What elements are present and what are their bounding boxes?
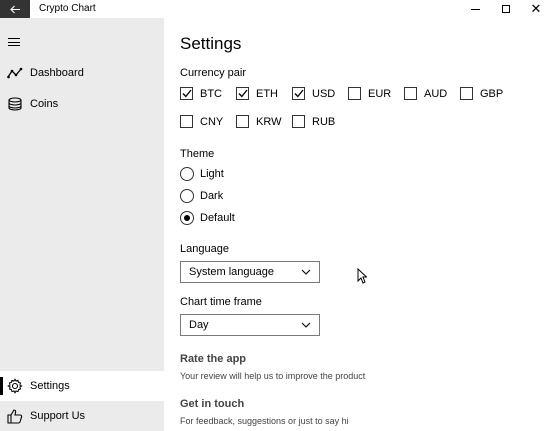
sidebar-item-label: Support Us (30, 410, 86, 422)
title-bar: Crypto Chart ✕ (0, 0, 550, 18)
thumbs-up-icon (0, 408, 30, 424)
radio-dot (184, 215, 190, 221)
radio-label: Dark (200, 190, 224, 202)
checkbox-box (236, 87, 249, 100)
checkbox-eth[interactable]: ETH (236, 87, 278, 100)
rate-the-app-description: Your review will help us to improve the … (180, 371, 366, 381)
radio-theme-dark[interactable]: Dark (180, 189, 223, 203)
radio-theme-default[interactable]: Default (180, 211, 235, 225)
checkbox-label: EUR (368, 87, 392, 100)
app-title: Crypto Chart (39, 3, 96, 14)
rate-the-app-link[interactable]: Rate the app (180, 353, 246, 365)
checkbox-box (404, 87, 417, 100)
checkbox-label: RUB (312, 115, 336, 128)
checkbox-cny[interactable]: CNY (180, 115, 223, 128)
chevron-down-icon (301, 269, 311, 275)
radio-theme-light[interactable]: Light (180, 167, 224, 181)
gear-icon (0, 378, 30, 394)
sidebar: Dashboard Coins Settings Support Us (0, 18, 164, 431)
chevron-down-icon (301, 322, 311, 328)
radio-label: Default (200, 212, 235, 224)
checkbox-box (180, 115, 193, 128)
sidebar-item-label: Coins (30, 98, 59, 110)
maximize-button[interactable] (491, 0, 521, 18)
hamburger-menu-icon[interactable] (8, 38, 20, 46)
minimize-button[interactable] (460, 0, 490, 18)
checkbox-label: CNY (200, 115, 224, 128)
checkmark-icon (182, 89, 192, 98)
arrow-left-icon (9, 5, 20, 13)
close-button[interactable]: ✕ (521, 0, 550, 18)
checkbox-box (292, 87, 305, 100)
sidebar-item-support-us[interactable]: Support Us (0, 401, 164, 431)
sidebar-item-coins[interactable]: Coins (0, 89, 164, 119)
checkbox-gbp[interactable]: GBP (460, 87, 503, 100)
time-frame-dropdown-value: Day (189, 319, 209, 331)
checkbox-box (236, 115, 249, 128)
language-label: Language (180, 243, 229, 255)
checkbox-btc[interactable]: BTC (180, 87, 222, 100)
radio-circle (180, 189, 194, 203)
checkbox-krw[interactable]: KRW (236, 115, 281, 128)
checkbox-box (348, 87, 361, 100)
sidebar-item-settings[interactable]: Settings (0, 371, 164, 401)
checkbox-usd[interactable]: USD (292, 87, 335, 100)
coins-stack-icon (0, 97, 30, 111)
minimize-icon (470, 8, 480, 10)
checkbox-aud[interactable]: AUD (404, 87, 447, 100)
language-dropdown[interactable]: System language (180, 261, 320, 283)
checkmark-icon (238, 89, 248, 98)
checkbox-label: BTC (200, 87, 222, 100)
page-title: Settings (180, 34, 242, 53)
get-in-touch-link[interactable]: Get in touch (180, 398, 244, 410)
checkmark-icon (294, 89, 304, 98)
theme-label: Theme (180, 148, 215, 160)
sidebar-item-label: Settings (30, 380, 70, 392)
get-in-touch-description: For feedback, suggestions or just to say… (180, 416, 349, 426)
checkbox-label: KRW (256, 115, 282, 128)
language-dropdown-value: System language (189, 266, 274, 278)
settings-page: Settings Currency pair BTC ETH USD EUR A… (180, 18, 550, 431)
radio-circle (180, 167, 194, 181)
checkbox-box (460, 87, 473, 100)
checkbox-label: ETH (256, 87, 278, 100)
currency-pair-label: Currency pair (180, 67, 247, 79)
close-icon: ✕ (530, 1, 542, 16)
time-frame-dropdown[interactable]: Day (180, 314, 320, 336)
checkbox-box (292, 115, 305, 128)
chart-time-frame-label: Chart time frame (180, 296, 262, 308)
back-button[interactable] (0, 0, 30, 18)
maximize-icon (502, 5, 510, 13)
checkbox-box (180, 87, 193, 100)
sidebar-item-dashboard[interactable]: Dashboard (0, 58, 164, 88)
radio-circle (180, 211, 194, 225)
checkbox-label: USD (312, 87, 336, 100)
radio-label: Light (200, 168, 224, 180)
checkbox-label: AUD (424, 87, 448, 100)
checkbox-label: GBP (480, 87, 504, 100)
line-chart-icon (0, 67, 30, 79)
checkbox-eur[interactable]: EUR (348, 87, 391, 100)
sidebar-item-label: Dashboard (30, 67, 84, 79)
mouse-cursor-icon (357, 268, 367, 284)
checkbox-rub[interactable]: RUB (292, 115, 335, 128)
